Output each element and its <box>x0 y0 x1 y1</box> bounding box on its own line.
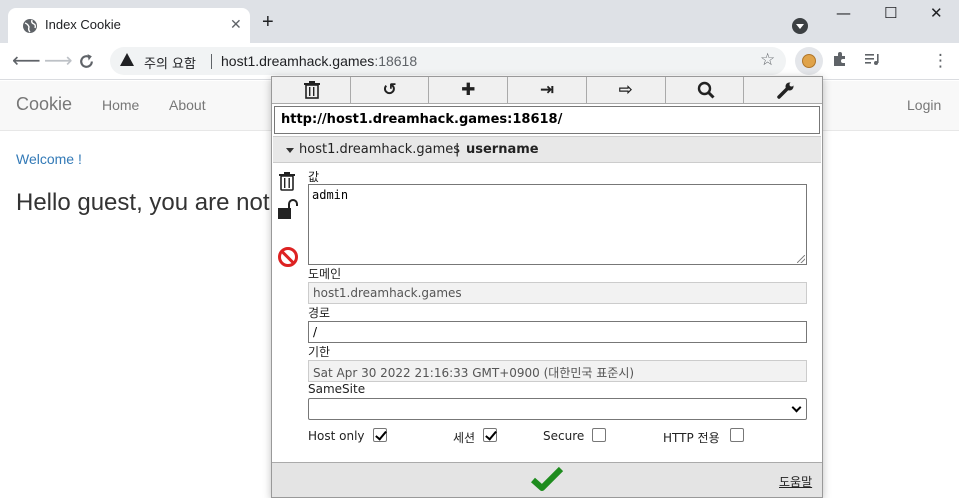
cookie-value-textarea[interactable]: admin <box>308 184 807 265</box>
search-button[interactable] <box>666 77 745 103</box>
tab-bar: Index Cookie ✕ + — ☐ ✕ <box>0 0 959 43</box>
reset-button[interactable]: ↺ <box>351 77 430 103</box>
host-only-checkbox[interactable] <box>373 428 387 442</box>
session-checkbox[interactable] <box>483 428 497 442</box>
collapse-triangle-icon[interactable] <box>286 148 294 153</box>
new-tab-button[interactable]: + <box>262 12 274 32</box>
separator <box>211 54 212 69</box>
minimize-button[interactable]: — <box>836 4 851 22</box>
save-check-icon[interactable] <box>530 466 564 492</box>
cookie-expiry-field: Sat Apr 30 2022 21:16:33 GMT+0900 (대한민국 … <box>308 360 807 382</box>
host-only-label: Host only <box>308 429 365 443</box>
hello-message: Hello guest, you are not <box>16 189 270 216</box>
back-icon[interactable]: ⟵ <box>12 49 41 71</box>
domain-label: 도메인 <box>308 267 342 281</box>
chevron-down-icon <box>791 402 802 413</box>
nav-home-link[interactable]: Home <box>102 97 139 113</box>
delete-cookie-icon[interactable] <box>278 171 296 191</box>
add-cookie-button[interactable]: ✚ <box>429 77 509 103</box>
trash-icon <box>304 81 320 99</box>
cookie-header-separator: | <box>455 142 460 157</box>
welcome-text: Welcome ! <box>16 151 82 167</box>
bookmark-star-icon[interactable]: ☆ <box>760 50 775 70</box>
cookie-path-field[interactable]: / <box>308 321 807 343</box>
cookie-url-field[interactable]: http://host1.dreamhack.games:18618/ <box>274 106 820 134</box>
maximize-button[interactable]: ☐ <box>884 4 897 22</box>
url-port: :18618 <box>374 53 418 69</box>
close-window-button[interactable]: ✕ <box>930 4 943 22</box>
forward-icon[interactable]: ⟶ <box>44 49 73 71</box>
nav-login-link[interactable]: Login <box>907 97 941 113</box>
delete-all-button[interactable] <box>272 77 351 103</box>
url-text[interactable]: host1.dreamhack.games:18618 <box>221 53 417 69</box>
nav-about-link[interactable]: About <box>169 97 206 113</box>
path-label: 경로 <box>308 306 331 320</box>
import-icon: ⇥ <box>539 80 555 100</box>
options-button[interactable] <box>744 77 822 103</box>
cookie-domain-field: host1.dreamhack.games <box>308 282 807 304</box>
cookie-editor-footer: 도움말 <box>272 462 822 497</box>
resize-grip-icon[interactable] <box>797 255 805 263</box>
url-host: host1.dreamhack.games <box>221 53 375 69</box>
cookie-header[interactable]: host1.dreamhack.games | username <box>273 136 821 163</box>
menu-kebab-icon[interactable]: ⋮ <box>932 51 949 71</box>
tab-title: Index Cookie <box>45 17 121 32</box>
search-icon <box>697 81 715 99</box>
secure-checkbox[interactable] <box>592 428 606 442</box>
expiry-label: 기한 <box>308 345 331 359</box>
undo-icon: ↺ <box>382 80 397 100</box>
security-warning[interactable]: 주의 요함 <box>144 53 196 72</box>
media-list-icon[interactable] <box>864 51 880 67</box>
samesite-label: SameSite <box>308 382 366 396</box>
value-label: 값 <box>308 170 320 184</box>
extensions-puzzle-icon[interactable] <box>832 51 848 67</box>
cookie-header-name: username <box>466 142 539 157</box>
cookie-editor-toolbar: ↺ ✚ ⇥ ⇨ <box>272 77 822 104</box>
browser-toolbar: ⟵ ⟶ 주의 요함 host1.dreamhack.games:18618 ☆ … <box>0 43 959 80</box>
wrench-icon <box>777 82 794 99</box>
globe-icon <box>23 19 37 33</box>
tab-search-icon[interactable] <box>792 18 808 34</box>
export-button[interactable]: ⇨ <box>587 77 666 103</box>
http-only-checkbox[interactable] <box>730 428 744 442</box>
cookie-extension-icon[interactable] <box>795 47 823 75</box>
export-icon: ⇨ <box>618 80 633 100</box>
http-only-label: HTTP 전용 <box>663 431 720 445</box>
secure-label: Secure <box>543 429 585 443</box>
help-link[interactable]: 도움말 <box>779 473 812 490</box>
session-label: 세션 <box>453 431 476 445</box>
import-button[interactable]: ⇥ <box>508 77 587 103</box>
cookie-editor-popup: ↺ ✚ ⇥ ⇨ http://host1.dreamhack.games:186… <box>271 76 823 498</box>
reload-icon[interactable] <box>78 53 95 70</box>
site-brand[interactable]: Cookie <box>16 94 72 115</box>
unlock-icon[interactable] <box>278 199 298 221</box>
tab-close-icon[interactable]: ✕ <box>230 17 242 33</box>
block-cookie-icon[interactable] <box>278 247 298 267</box>
address-bar[interactable]: 주의 요함 host1.dreamhack.games:18618 ☆ <box>110 47 786 75</box>
browser-tab[interactable]: Index Cookie ✕ <box>8 8 250 43</box>
cookie-header-domain: host1.dreamhack.games <box>299 142 461 157</box>
warning-icon[interactable] <box>120 53 134 66</box>
samesite-select[interactable] <box>308 398 807 420</box>
plus-icon: ✚ <box>461 80 476 100</box>
